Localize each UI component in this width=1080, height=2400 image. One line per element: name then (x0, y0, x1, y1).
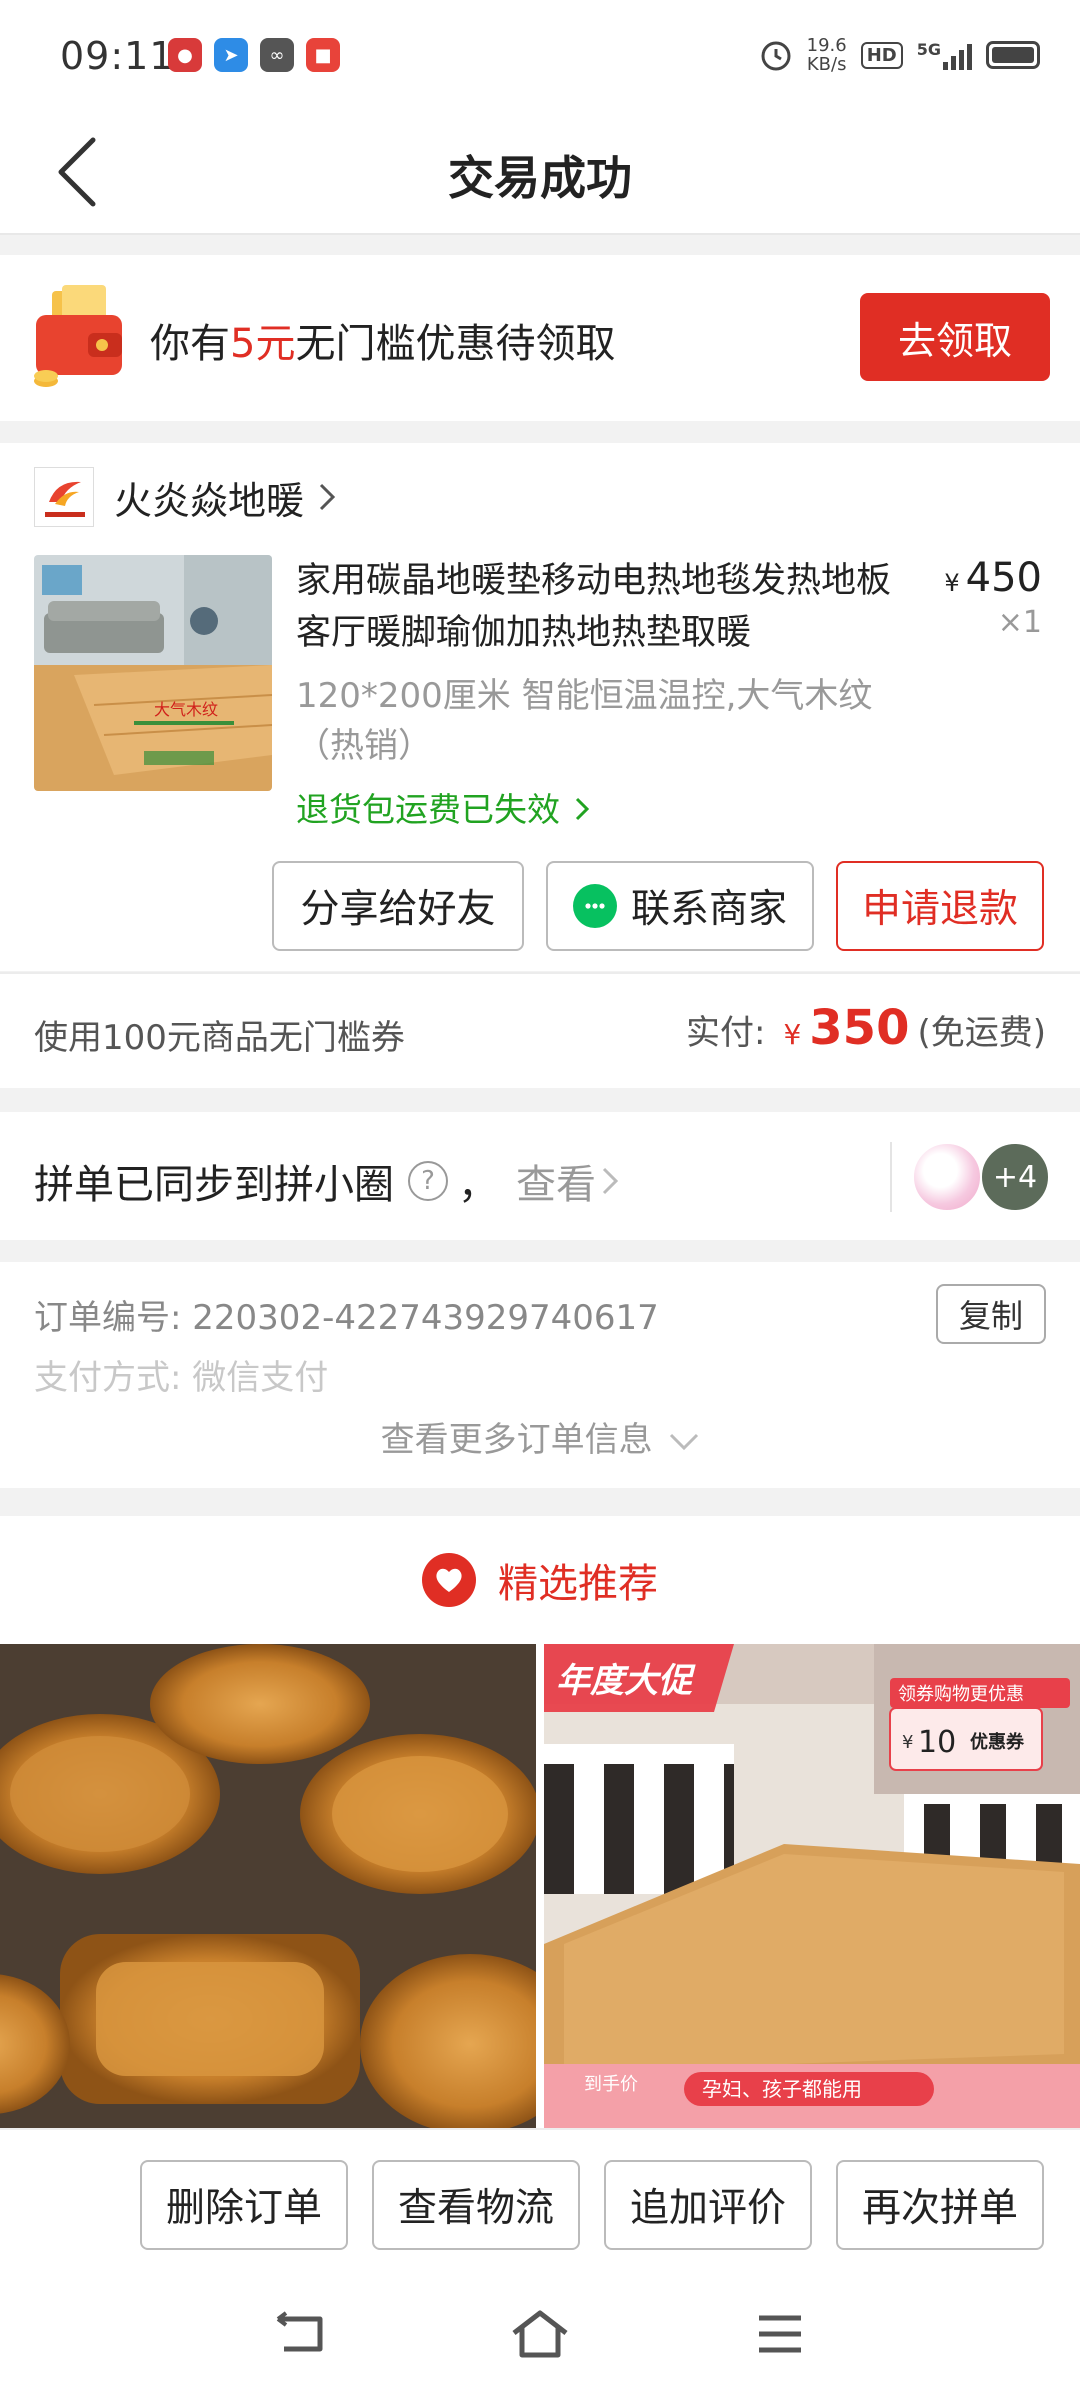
product-image[interactable]: 大气木纹 (34, 555, 272, 791)
status-app-icons: ● ➤ ∞ ■ (168, 38, 340, 72)
delete-order-button[interactable]: 删除订单 (140, 2160, 348, 2250)
coupon-banner: 你有5元无门槛优惠待领取 去领取 (0, 255, 1080, 421)
store-logo (34, 467, 94, 527)
coupon-amount-text: 10 (918, 1725, 956, 1760)
product-title[interactable]: 家用碳晶地暖垫移动电热地毯发热地板客厅暖脚瑜伽加热地热垫取暖 (296, 555, 906, 659)
shipping-note: (免运费) (917, 1013, 1046, 1053)
link-app-icon: ∞ (260, 38, 294, 72)
system-menu-button[interactable] (740, 2304, 820, 2364)
recommend-header: 精选推荐 (0, 1516, 1080, 1644)
product-spec: 120*200厘米 智能恒温温控,大气木纹（热销） (296, 676, 873, 766)
share-button[interactable]: 分享给好友 (272, 861, 524, 951)
coupon-prefix: 你有 (150, 321, 230, 367)
recommend-item-floor-mat[interactable]: 年度大促 领券购物更优惠 ¥ 10 优惠券 孕妇、孩子都能用 到手价 (544, 1644, 1080, 2128)
more-order-info-toggle[interactable]: 查看更多订单信息 (0, 1412, 1080, 1461)
price-label-text: 到手价 (584, 2074, 638, 2095)
order-actions: 分享给好友 联系商家 申请退款 (272, 861, 1044, 951)
heart-icon (422, 1553, 476, 1607)
coupon-word-text: 优惠券 (970, 1731, 1025, 1753)
paid-currency: ¥ (783, 1018, 802, 1051)
slogan-text: 孕妇、孩子都能用 (702, 2077, 862, 2101)
contact-merchant-label: 联系商家 (630, 887, 787, 932)
product-quantity: ×1 (997, 605, 1042, 640)
network-type: 5G (916, 40, 941, 59)
view-logistics-button[interactable]: 查看物流 (372, 2160, 580, 2250)
copy-order-button[interactable]: 复制 (936, 1284, 1046, 1344)
coupon-message: 你有5元无门槛优惠待领取 (150, 311, 615, 369)
price-box: ¥450 ×1 (944, 555, 1042, 640)
divider (890, 1142, 892, 1212)
reorder-button[interactable]: 再次拼单 (836, 2160, 1044, 2250)
recommend-title: 精选推荐 (498, 1561, 658, 1607)
shopping-app-icon: ■ (306, 38, 340, 72)
chevron-right-icon (575, 797, 589, 821)
wallet-icon (34, 285, 122, 387)
store-name: 火炎焱地暖 (114, 478, 305, 523)
coupon-tag-text: 领券购物更优惠 (898, 1684, 1024, 1705)
recommend-item-woven-plates[interactable] (0, 1644, 536, 2128)
contact-merchant-button[interactable]: 联系商家 (546, 861, 814, 951)
network-speed: 19.6 KB/s (807, 36, 847, 74)
promo-banner-text: 年度大促 (556, 1661, 696, 1701)
sync-label: 拼单已同步到拼小圈 (34, 1162, 394, 1208)
payment-method-value: 微信支付 (192, 1358, 329, 1398)
request-refund-button[interactable]: 申请退款 (836, 861, 1044, 951)
status-bar: 09:11 ● ➤ ∞ ■ 19.6 KB/s HD 5G (0, 0, 1080, 110)
signal-icon: 5G (917, 40, 972, 70)
hd-badge: HD (860, 41, 903, 69)
svg-text:大气木纹: 大气木纹 (154, 700, 218, 719)
order-number-value: 220302-422743929740617 (192, 1298, 659, 1338)
home-icon (512, 2310, 568, 2358)
alarm-icon (761, 41, 791, 71)
nav-bar: 交易成功 (0, 110, 1080, 235)
return-shipping-note[interactable]: 退货包运费已失效 (296, 783, 589, 831)
order-info-card: 订单编号: 220302-422743929740617 复制 支付方式: 微信… (0, 1262, 1080, 1488)
sync-comma: ， (458, 1162, 498, 1208)
chevron-down-icon (670, 1433, 699, 1451)
group-sync-row[interactable]: 拼单已同步到拼小圈 ? ， 查看 +4 (0, 1112, 1080, 1240)
paid-label: 实付: (685, 1013, 766, 1053)
avatar (912, 1142, 982, 1212)
status-time: 09:11 (60, 34, 175, 78)
group-sync-text: 拼单已同步到拼小圈 ? ， 查看 (34, 1152, 618, 1210)
return-note-text: 退货包运费已失效 (296, 790, 560, 829)
claim-coupon-button[interactable]: 去领取 (860, 293, 1050, 381)
order-card: 火炎焱地暖 大气木纹 家用碳晶地暖垫移动电热地毯发热地板客厅暖脚瑜伽加热地热垫取… (0, 443, 1080, 971)
view-link[interactable]: 查看 (516, 1152, 596, 1210)
help-icon[interactable]: ? (408, 1161, 448, 1201)
chevron-right-icon (602, 1167, 618, 1195)
chat-icon (572, 884, 617, 928)
paid-value: 350 (809, 1000, 910, 1056)
bottom-action-bar: 删除订单 查看物流 追加评价 再次拼单 (0, 2128, 1080, 2264)
system-back-button[interactable] (260, 2304, 340, 2364)
order-number: 订单编号: 220302-422743929740617 (34, 1290, 659, 1339)
store-link[interactable]: 火炎焱地暖 (34, 467, 336, 527)
send-app-icon: ➤ (214, 38, 248, 72)
system-nav-bar (0, 2264, 1080, 2400)
coupon-used-text: 使用100元商品无门槛券 (34, 1018, 405, 1058)
menu-icon (759, 2315, 801, 2353)
paid-amount: 实付: ¥ 350 (免运费) (686, 1000, 1046, 1056)
chevron-right-icon (319, 483, 336, 511)
network-speed-value: 19.6 (806, 35, 847, 56)
payment-method: 支付方式: 微信支付 (34, 1350, 328, 1399)
order-number-label: 订单编号: (34, 1298, 182, 1338)
coupon-currency-text: ¥ (902, 1732, 913, 1753)
payment-method-label: 支付方式: (34, 1358, 182, 1398)
page-title: 交易成功 (448, 151, 632, 205)
add-review-button[interactable]: 追加评价 (604, 2160, 812, 2250)
status-indicators: 19.6 KB/s HD 5G (759, 36, 1040, 74)
product-price: ¥450 (944, 555, 1042, 601)
return-icon (276, 2311, 323, 2352)
system-home-button[interactable] (500, 2304, 580, 2364)
recommend-grid: 年度大促 领券购物更优惠 ¥ 10 优惠券 孕妇、孩子都能用 到手价 (0, 1644, 1080, 2128)
network-speed-unit: KB/s (806, 54, 847, 75)
more-order-info-label: 查看更多订单信息 (380, 1420, 653, 1460)
coupon-suffix: 无门槛优惠待领取 (295, 321, 616, 367)
avatar-more-count: +4 (980, 1142, 1050, 1212)
coupon-amount: 5元 (230, 321, 296, 367)
payment-summary: 使用100元商品无门槛券 实付: ¥ 350 (免运费) (0, 972, 1080, 1088)
app-notification-icon: ● (168, 38, 202, 72)
battery-icon (986, 41, 1040, 69)
